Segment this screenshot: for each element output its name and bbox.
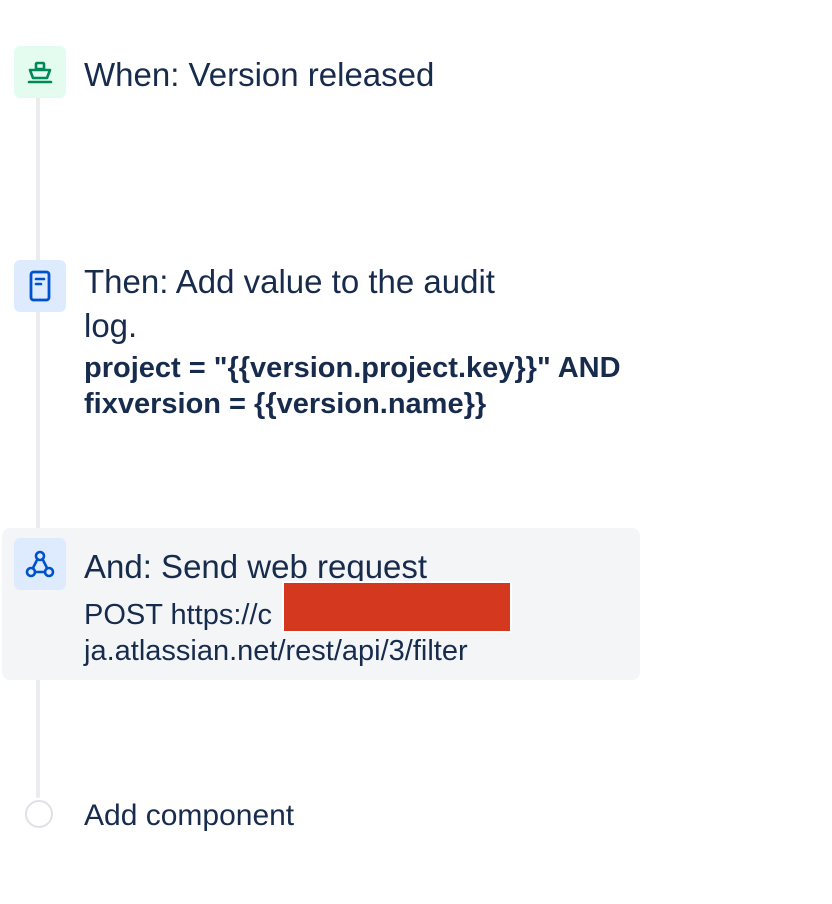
web-request-step-icon-box[interactable] <box>14 538 66 590</box>
automation-rule-canvas: When: Version released Then: Add value t… <box>0 0 832 904</box>
trigger-step-icon-box[interactable] <box>14 46 66 98</box>
ship-icon <box>27 61 53 84</box>
audit-log-step-icon-box[interactable] <box>14 260 66 312</box>
trigger-step-title[interactable]: When: Version released <box>84 53 434 97</box>
webhook-icon <box>25 550 55 578</box>
redaction-block <box>282 581 512 633</box>
add-component-node-icon[interactable] <box>25 800 53 828</box>
rule-timeline-rail <box>36 96 40 798</box>
add-component-button[interactable]: Add component <box>84 797 294 835</box>
document-icon <box>29 270 51 302</box>
audit-log-step-detail: project = "{{version.project.key}}" AND … <box>84 352 621 420</box>
audit-log-step-title[interactable]: Then: Add value to the audit log. <box>84 260 544 348</box>
